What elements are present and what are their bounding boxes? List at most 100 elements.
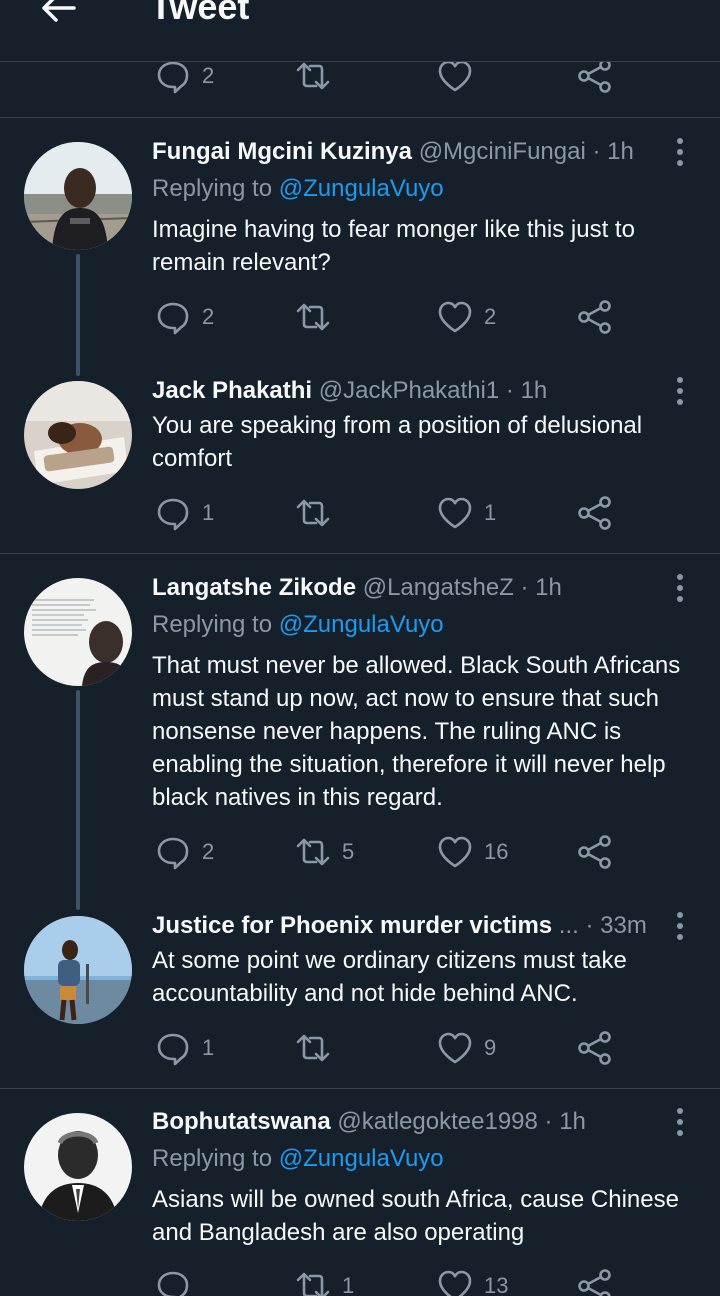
retweet-button[interactable] [294, 1028, 342, 1068]
user-handle[interactable]: @JackPhakathi1 [319, 377, 499, 404]
avatar-image [24, 142, 132, 250]
more-options-button[interactable] [670, 911, 690, 941]
tweet-actions: 1 9 [152, 1028, 622, 1068]
display-name[interactable]: Jack Phakathi [152, 377, 312, 404]
replying-to: Replying to @ZungulaVuyo [152, 1142, 692, 1176]
retweet-icon [296, 838, 330, 866]
reply-icon [157, 1271, 189, 1296]
back-button[interactable] [38, 0, 78, 28]
more-options-button[interactable] [670, 376, 690, 406]
thread-connector [76, 690, 80, 910]
tweet-actions: 2 5 16 [152, 832, 622, 872]
like-count: 2 [484, 304, 497, 329]
timestamp: · 1h [544, 1108, 586, 1135]
reply-count: 2 [202, 63, 215, 88]
share-button[interactable] [576, 493, 614, 533]
replying-to: Replying to @ZungulaVuyo [152, 172, 692, 206]
like-button[interactable]: 2 [436, 297, 496, 337]
heart-icon [438, 497, 472, 529]
share-button[interactable] [576, 832, 614, 872]
share-button[interactable] [576, 1266, 614, 1296]
like-button[interactable]: 9 [436, 1028, 496, 1068]
reply-icon [157, 302, 189, 335]
avatar[interactable] [24, 916, 132, 1024]
avatar[interactable] [24, 142, 132, 250]
retweet-icon [296, 303, 330, 331]
retweet-button[interactable] [294, 297, 342, 337]
reply-button[interactable]: 1 [154, 1028, 214, 1068]
reply-icon [157, 61, 189, 94]
reply-count: 2 [202, 304, 215, 329]
user-handle[interactable]: @MgciniFungai [419, 138, 586, 165]
avatar[interactable] [24, 578, 132, 686]
share-button[interactable] [576, 56, 614, 96]
heart-icon [438, 301, 472, 333]
more-options-button[interactable] [670, 1107, 690, 1137]
more-vertical-icon [677, 912, 683, 940]
more-options-button[interactable] [670, 137, 690, 167]
retweet-button[interactable] [294, 56, 342, 96]
user-handle[interactable]: @LangatsheZ [363, 574, 514, 601]
divider [0, 553, 720, 554]
tweet-actions: 1 13 [152, 1266, 622, 1296]
retweet-icon [296, 1034, 330, 1062]
user-handle[interactable]: @katlegoktee1998 [337, 1108, 538, 1135]
like-button[interactable] [436, 56, 484, 96]
reply-button[interactable]: 2 [154, 832, 214, 872]
like-button[interactable]: 16 [436, 832, 508, 872]
retweet-button[interactable] [294, 493, 342, 533]
reply-count: 1 [202, 500, 215, 525]
display-name[interactable]: Justice for Phoenix murder victims [152, 912, 552, 939]
avatar[interactable] [24, 381, 132, 489]
more-options-button[interactable] [670, 573, 690, 603]
mention-link[interactable]: @ZungulaVuyo [279, 175, 444, 202]
reply-button[interactable]: 2 [154, 56, 214, 96]
reply-icon [157, 498, 189, 531]
tweet-header: Langatshe Zikode @LangatsheZ · 1h [152, 571, 672, 605]
tweet-header: Bophutatswana @katlegoktee1998 · 1h [152, 1105, 672, 1139]
retweet-button[interactable]: 1 [294, 1266, 354, 1296]
retweet-icon [296, 1272, 330, 1296]
tweet-actions: 2 2 [152, 297, 622, 337]
reply-button[interactable]: 2 [154, 297, 214, 337]
replying-to: Replying to @ZungulaVuyo [152, 608, 692, 642]
like-count: 1 [484, 500, 497, 525]
share-button[interactable] [576, 297, 614, 337]
tweet-text: Asians will be owned south Africa, cause… [152, 1186, 679, 1246]
like-button[interactable]: 13 [436, 1266, 508, 1296]
avatar[interactable] [24, 1113, 132, 1221]
reply-button[interactable]: 1 [154, 493, 214, 533]
replying-to-label: Replying to [152, 611, 279, 638]
avatar-image [24, 1113, 132, 1221]
retweet-icon [296, 62, 330, 90]
display-name[interactable]: Langatshe Zikode [152, 574, 356, 601]
reply-icon [157, 1033, 189, 1066]
like-count: 9 [484, 1035, 497, 1060]
retweet-count: 5 [342, 839, 355, 864]
tweet-text: That must never be allowed. Black South … [152, 652, 681, 811]
display-name[interactable]: Fungai Mgcini Kuzinya [152, 138, 412, 165]
reply-button[interactable] [154, 1266, 202, 1296]
tweet-header: Jack Phakathi @JackPhakathi1 · 1h [152, 374, 672, 408]
share-button[interactable] [576, 1028, 614, 1068]
mention-link[interactable]: @ZungulaVuyo [279, 1145, 444, 1172]
retweet-button[interactable]: 5 [294, 832, 354, 872]
retweet-count: 1 [342, 1273, 355, 1296]
share-icon [578, 300, 611, 334]
user-handle[interactable]: ... [559, 912, 579, 939]
tweet-actions: 2 [152, 56, 622, 96]
tweet-header: Justice for Phoenix murder victims ... ·… [152, 909, 672, 943]
heart-icon [438, 60, 472, 92]
divider [0, 1088, 720, 1089]
heart-icon [438, 1032, 472, 1064]
avatar-image [24, 916, 132, 1024]
replying-to-label: Replying to [152, 175, 279, 202]
display-name[interactable]: Bophutatswana [152, 1108, 331, 1135]
thread-connector [76, 254, 80, 376]
retweet-icon [296, 499, 330, 527]
mention-link[interactable]: @ZungulaVuyo [279, 611, 444, 638]
like-button[interactable]: 1 [436, 493, 496, 533]
heart-icon [438, 836, 472, 868]
divider [0, 117, 720, 118]
like-count: 13 [484, 1273, 509, 1296]
